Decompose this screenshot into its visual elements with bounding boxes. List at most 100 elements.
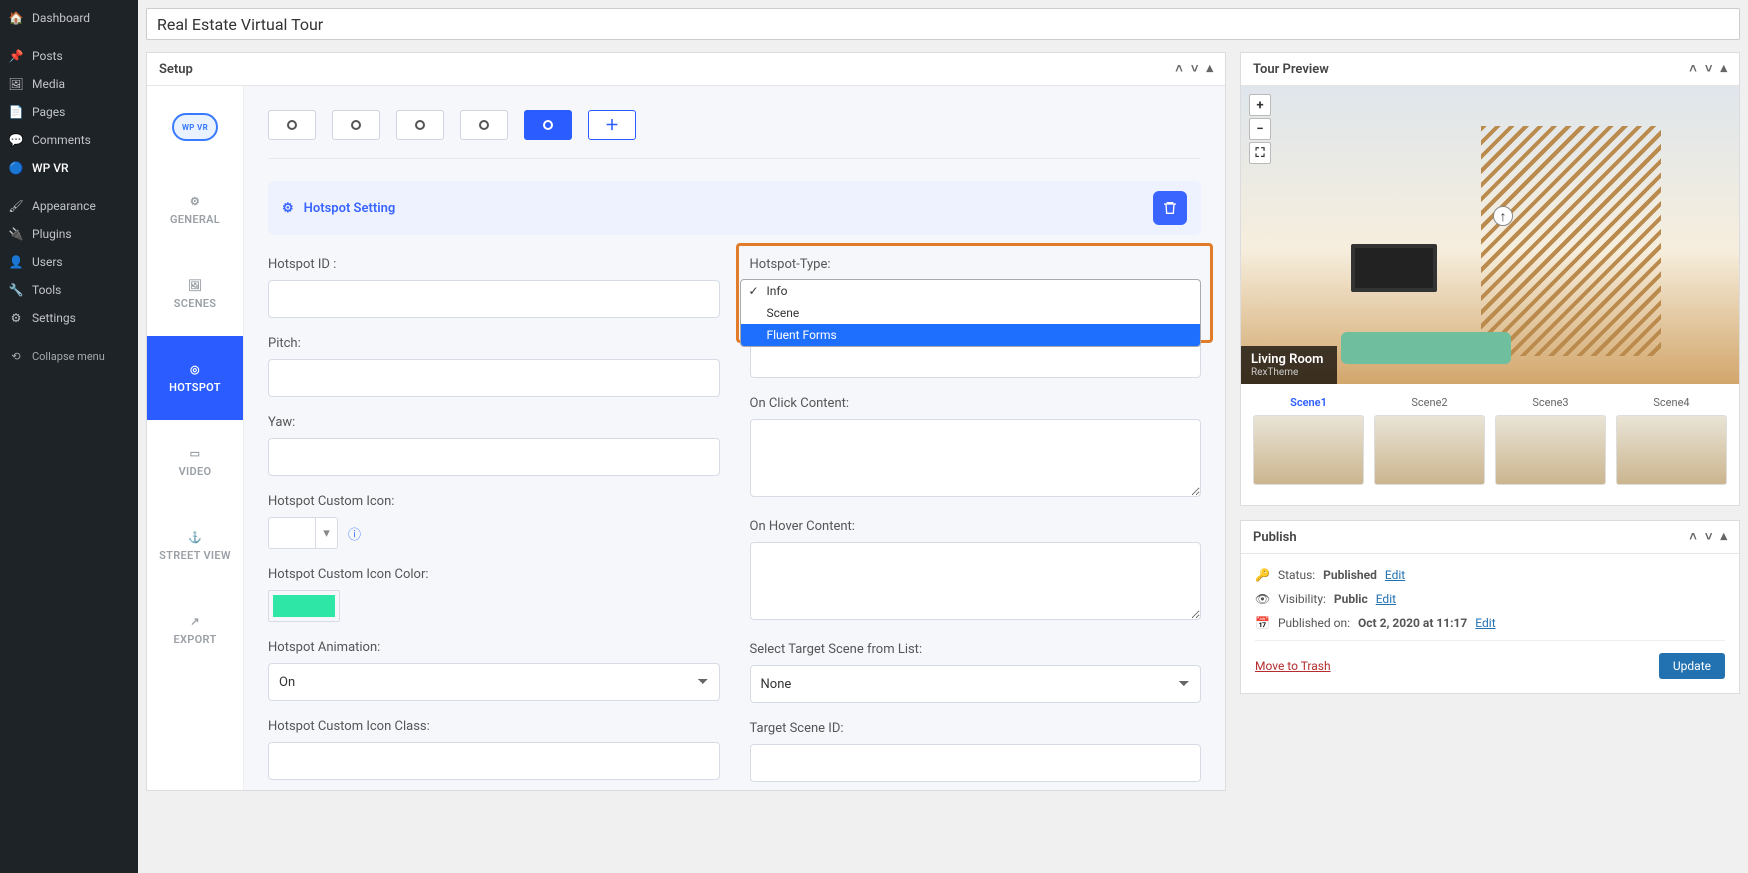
hotspot-type-dropdown[interactable]: Info Scene Fluent Forms xyxy=(740,279,1202,347)
publish-title: Publish xyxy=(1253,530,1297,545)
target-scene-select[interactable]: None xyxy=(750,665,1202,703)
on-hover-content-input[interactable] xyxy=(750,542,1202,620)
published-on-label: Published on: xyxy=(1278,616,1350,630)
metabox-toggle-icon[interactable]: ▴ xyxy=(1720,529,1727,545)
hotspot-arrow-icon[interactable]: ↑ xyxy=(1493,206,1513,226)
hotspot-tab-3[interactable] xyxy=(396,110,444,140)
tab-video[interactable]: ▭VIDEO xyxy=(147,420,243,504)
info-icon[interactable]: ⓘ xyxy=(348,524,361,543)
icon-color-picker[interactable] xyxy=(268,590,340,622)
edit-date-link[interactable]: Edit xyxy=(1475,616,1495,630)
nav-wpvr[interactable]: 🔵 WP VR xyxy=(0,154,138,182)
nav-comments[interactable]: 💬Comments xyxy=(0,126,138,154)
hotspot-tab-1[interactable] xyxy=(268,110,316,140)
metabox-move-down-icon[interactable]: ˅ xyxy=(1705,61,1713,77)
icon-class-input[interactable] xyxy=(268,742,720,780)
nav-posts[interactable]: 📌 Posts xyxy=(0,42,138,70)
metabox-move-up-icon[interactable]: ˄ xyxy=(1689,61,1697,77)
nav-settings[interactable]: ⚙Settings xyxy=(0,304,138,332)
yaw-input[interactable] xyxy=(268,438,720,476)
label-on-hover: On Hover Content: xyxy=(750,519,1202,534)
metabox-move-up-icon[interactable]: ˄ xyxy=(1175,61,1183,77)
option-fluent-forms[interactable]: Fluent Forms xyxy=(741,324,1201,346)
nav-plugins[interactable]: 🔌Plugins xyxy=(0,220,138,248)
pin-icon: 📌 xyxy=(8,48,24,64)
status-label: Status: xyxy=(1278,568,1315,582)
publish-metabox-header: Publish ˄ ˅ ▴ xyxy=(1241,521,1739,554)
edit-status-link[interactable]: Edit xyxy=(1385,568,1405,582)
hotspot-setting-header: ⚙ Hotspot Setting xyxy=(268,181,1201,235)
post-title-input[interactable] xyxy=(146,8,1740,40)
anchor-icon: ⚓ xyxy=(188,531,202,544)
zoom-in-button[interactable]: + xyxy=(1249,94,1271,116)
dashboard-icon: 🏠 xyxy=(8,10,24,26)
target-scene-id-input[interactable] xyxy=(750,744,1202,782)
icon-picker[interactable]: ▾ xyxy=(268,517,338,549)
trash-icon xyxy=(1162,200,1178,216)
panorama-preview[interactable]: + − ⛶ ↑ Living Room RexTheme xyxy=(1241,86,1739,384)
wrench-icon: 🔧 xyxy=(8,282,24,298)
setup-metabox-header: Setup ˄ ˅ ▴ xyxy=(147,53,1225,86)
move-to-trash-link[interactable]: Move to Trash xyxy=(1255,659,1331,673)
user-icon: 👤 xyxy=(8,254,24,270)
tab-export[interactable]: ↗EXPORT xyxy=(147,588,243,672)
published-on-value: Oct 2, 2020 at 11:17 xyxy=(1358,616,1467,630)
nav-label: Media xyxy=(32,77,65,91)
metabox-toggle-icon[interactable]: ▴ xyxy=(1206,61,1213,77)
vr-icon: 🔵 xyxy=(8,160,24,176)
metabox-toggle-icon[interactable]: ▴ xyxy=(1720,61,1727,77)
nav-label: Dashboard xyxy=(32,11,90,25)
nav-label: Users xyxy=(32,255,63,269)
nav-label: WP VR xyxy=(32,161,69,175)
collapse-menu[interactable]: ⟲Collapse menu xyxy=(0,342,138,370)
hotspot-animation-select[interactable]: On xyxy=(268,663,720,701)
nav-dashboard[interactable]: 🏠 Dashboard xyxy=(0,4,138,32)
tab-scenes[interactable]: 🖼SCENES xyxy=(147,252,243,336)
tab-general[interactable]: ⚙GENERAL xyxy=(147,168,243,252)
label-target-id: Target Scene ID: xyxy=(750,721,1202,736)
zoom-out-button[interactable]: − xyxy=(1249,118,1271,140)
gear-icon: ⚙ xyxy=(190,195,200,208)
add-hotspot-button[interactable]: ＋ xyxy=(588,110,636,140)
metabox-move-up-icon[interactable]: ˄ xyxy=(1689,529,1697,545)
scene-thumb-1[interactable]: Scene1 xyxy=(1253,396,1364,485)
pages-icon: 📄 xyxy=(8,104,24,120)
option-info[interactable]: Info xyxy=(741,280,1201,302)
metabox-move-down-icon[interactable]: ˅ xyxy=(1191,61,1199,77)
pitch-input[interactable] xyxy=(268,359,720,397)
nav-users[interactable]: 👤 Users xyxy=(0,248,138,276)
label-custom-icon: Hotspot Custom Icon: xyxy=(268,494,720,509)
nav-tools[interactable]: 🔧Tools xyxy=(0,276,138,304)
gear-icon: ⚙ xyxy=(282,201,294,216)
scene-label: Living Room RexTheme xyxy=(1241,346,1337,384)
label-hotspot-id: Hotspot ID : xyxy=(268,257,720,272)
scene-thumb-3[interactable]: Scene3 xyxy=(1495,396,1606,485)
metabox-move-down-icon[interactable]: ˅ xyxy=(1705,529,1713,545)
tab-street-view[interactable]: ⚓STREET VIEW xyxy=(147,504,243,588)
nav-appearance[interactable]: 🖌Appearance xyxy=(0,192,138,220)
hotspot-tab-4[interactable] xyxy=(460,110,508,140)
preview-metabox-header: Tour Preview ˄ ˅ ▴ xyxy=(1241,53,1739,86)
fullscreen-button[interactable]: ⛶ xyxy=(1249,142,1271,164)
option-scene[interactable]: Scene xyxy=(741,302,1201,324)
hotspot-tab-2[interactable] xyxy=(332,110,380,140)
hotspot-setting-title: Hotspot Setting xyxy=(304,201,396,216)
nav-pages[interactable]: 📄Pages xyxy=(0,98,138,126)
scene-thumb-2[interactable]: Scene2 xyxy=(1374,396,1485,485)
nav-media[interactable]: 🖼Media xyxy=(0,70,138,98)
status-value: Published xyxy=(1323,568,1377,582)
setup-side-tabs: WP VR ⚙GENERAL 🖼SCENES ◎HOTSPOT ▭VIDEO ⚓… xyxy=(147,86,244,790)
tab-hotspot[interactable]: ◎HOTSPOT xyxy=(147,336,243,420)
update-button[interactable]: Update xyxy=(1659,653,1725,679)
hotspot-tab-5[interactable] xyxy=(524,110,572,140)
scene-thumb-4[interactable]: Scene4 xyxy=(1616,396,1727,485)
hotspot-id-input[interactable] xyxy=(268,280,720,318)
delete-hotspot-button[interactable] xyxy=(1153,191,1187,225)
on-click-content-input[interactable] xyxy=(750,419,1202,497)
scene-thumbnails: Scene1 Scene2 Scene3 Scene4 xyxy=(1241,384,1739,505)
nav-label: Settings xyxy=(32,311,76,325)
edit-visibility-link[interactable]: Edit xyxy=(1376,592,1396,606)
label-icon-color: Hotspot Custom Icon Color: xyxy=(268,567,720,582)
nav-label: Posts xyxy=(32,49,63,63)
hotspot-tabs: ＋ xyxy=(268,110,1201,159)
